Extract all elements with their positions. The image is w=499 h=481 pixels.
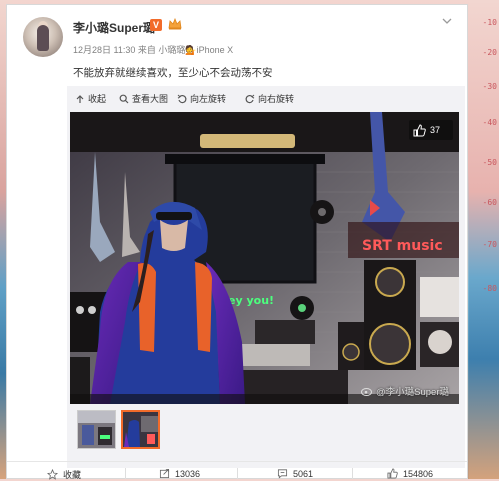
collapse-label: 收起 — [88, 94, 107, 104]
background-right: -10 -20 -30 -40 -50 -60 -70 -80 — [469, 0, 499, 479]
weibo-post-card: 李小璐Super璐 V 12月28日 11:30 来自 小璐璐💁iPhone X… — [6, 4, 468, 480]
photo-like-button[interactable]: 37 — [409, 120, 453, 140]
watermark-text: @李小璐Super璐 — [376, 387, 449, 398]
photo-watermark: @李小璐Super璐 — [361, 384, 449, 398]
ruler-mark: -20 — [482, 48, 497, 57]
ruler-mark: -30 — [482, 82, 497, 91]
like-count: 154806 — [403, 468, 434, 479]
post-photo[interactable]: SRT music ey you! 37 @李小璐Super璐 — [70, 112, 459, 404]
repost-button[interactable]: 13036 — [159, 468, 200, 479]
weibo-logo-icon — [361, 388, 372, 396]
crown-icon[interactable] — [168, 18, 182, 30]
collapse-button[interactable]: 收起 — [75, 92, 106, 105]
rotate-right-button[interactable]: 向右旋转 — [245, 92, 294, 105]
chevron-down-icon[interactable] — [442, 17, 452, 25]
neon-sign-srt: SRT music — [362, 238, 443, 254]
rotate-left-label: 向左旋转 — [190, 94, 227, 104]
thumbnail-1[interactable] — [77, 410, 116, 449]
ruler-mark: -80 — [482, 284, 497, 293]
action-divider — [237, 468, 238, 479]
thumbnail-strip — [77, 410, 160, 449]
ruler-mark: -40 — [482, 118, 497, 127]
view-large-button[interactable]: 查看大图 — [119, 92, 168, 105]
ruler-mark: -70 — [482, 240, 497, 249]
comment-count: 5061 — [293, 468, 314, 479]
photo-scene: SRT music ey you! — [70, 112, 459, 404]
neon-sign-green: ey you! — [228, 294, 274, 307]
post-meta: 12月28日 11:30 来自 小璐璐💁iPhone X — [73, 45, 234, 55]
media-panel: 收起 查看大图 向左旋转 向右旋转 SRT music ey you! 37 @… — [67, 86, 465, 468]
search-icon — [119, 94, 129, 103]
ruler-mark: -10 — [482, 18, 497, 27]
action-divider — [352, 468, 353, 479]
thumbnail-image — [123, 412, 158, 447]
action-divider — [125, 468, 126, 479]
rotate-left-icon — [177, 94, 187, 103]
post-action-bar: 收藏 13036 5061 154806 — [7, 461, 467, 480]
thumbnail-2[interactable] — [121, 410, 160, 449]
rotate-right-icon — [245, 94, 255, 103]
view-large-label: 查看大图 — [132, 94, 169, 104]
username-link[interactable]: 李小璐Super璐 — [73, 19, 155, 36]
avatar-figure — [37, 25, 49, 51]
thumbs-up-icon — [387, 468, 398, 479]
post-text: 不能放弃就继续喜欢，至少心不会动荡不安 — [73, 67, 273, 79]
rotate-left-button[interactable]: 向左旋转 — [177, 92, 226, 105]
avatar[interactable] — [23, 17, 63, 57]
favorite-label: 收藏 — [63, 470, 82, 480]
star-icon — [47, 469, 58, 480]
verified-badge-icon[interactable]: V — [150, 19, 162, 31]
rotate-right-label: 向右旋转 — [258, 94, 295, 104]
comment-button[interactable]: 5061 — [277, 468, 313, 479]
thumbs-up-icon — [413, 123, 426, 136]
repost-icon — [159, 468, 170, 479]
ruler-mark: -60 — [482, 198, 497, 207]
repost-count: 13036 — [175, 468, 201, 479]
like-button[interactable]: 154806 — [387, 468, 433, 479]
thumbnail-image — [78, 411, 115, 448]
photo-like-count: 37 — [430, 125, 441, 135]
media-toolbar: 收起 查看大图 向左旋转 向右旋转 — [67, 86, 465, 110]
comment-icon — [277, 469, 288, 479]
ruler-mark: -50 — [482, 158, 497, 167]
collapse-icon — [76, 94, 84, 103]
favorite-button[interactable]: 收藏 — [47, 468, 81, 481]
